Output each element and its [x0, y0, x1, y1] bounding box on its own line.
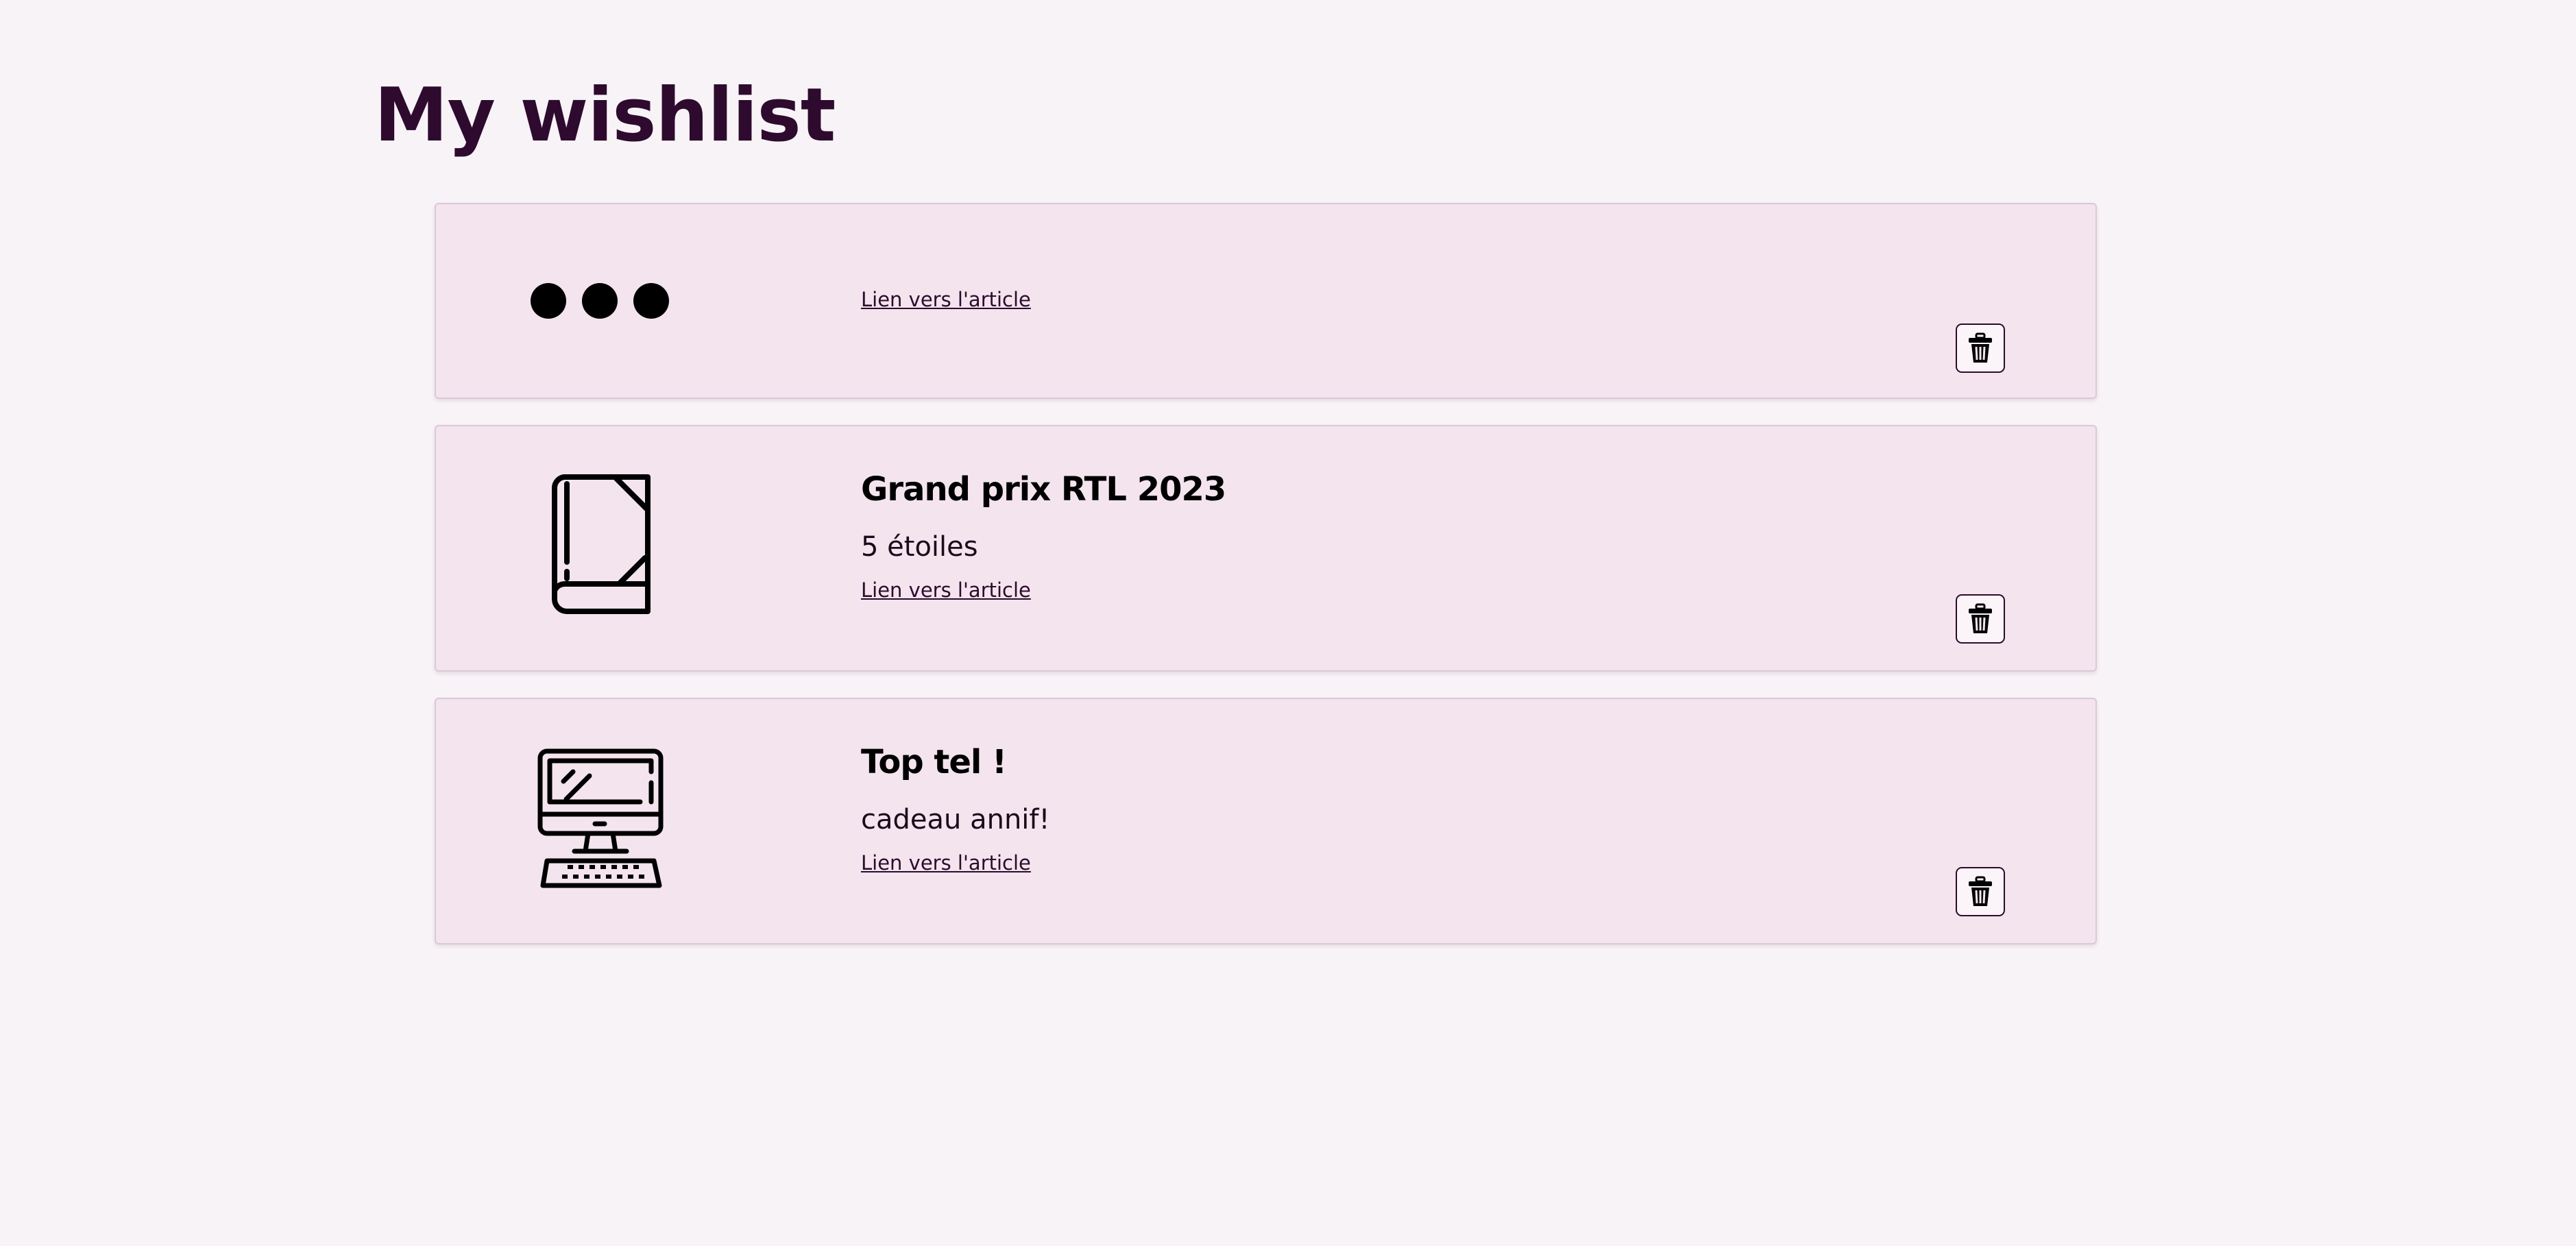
- trash-icon: [1969, 603, 1992, 633]
- wishlist-page: My wishlist Lien vers l'article Grand pr…: [0, 0, 2576, 1246]
- item-content: Lien vers l'article: [861, 286, 1958, 313]
- item-content: Grand prix RTL 2023 5 étoiles Lien vers …: [861, 469, 1958, 603]
- item-title: Top tel !: [861, 743, 1007, 781]
- page-title: My wishlist: [374, 73, 836, 158]
- item-content: Top tel ! cadeau annif! Lien vers l'arti…: [861, 742, 1958, 876]
- delete-button[interactable]: [1956, 594, 2005, 644]
- item-link[interactable]: Lien vers l'article: [861, 850, 1031, 876]
- wishlist: Lien vers l'article Grand prix RTL 2023 …: [435, 203, 2097, 970]
- computer-icon: [525, 748, 676, 888]
- item-description: cadeau annif!: [861, 804, 1050, 835]
- trash-icon: [1969, 876, 1992, 906]
- item-title: Grand prix RTL 2023: [861, 470, 1226, 509]
- trash-icon: [1969, 332, 1992, 363]
- delete-button[interactable]: [1956, 867, 2005, 916]
- wishlist-item: Top tel ! cadeau annif! Lien vers l'arti…: [435, 698, 2097, 944]
- dots-icon: [525, 282, 676, 320]
- wishlist-item: Lien vers l'article: [435, 203, 2097, 399]
- item-description: 5 étoiles: [861, 531, 978, 563]
- delete-button[interactable]: [1956, 323, 2005, 373]
- item-link[interactable]: Lien vers l'article: [861, 286, 1031, 313]
- book-icon: [525, 474, 676, 614]
- wishlist-item: Grand prix RTL 2023 5 étoiles Lien vers …: [435, 425, 2097, 672]
- item-link[interactable]: Lien vers l'article: [861, 577, 1031, 603]
